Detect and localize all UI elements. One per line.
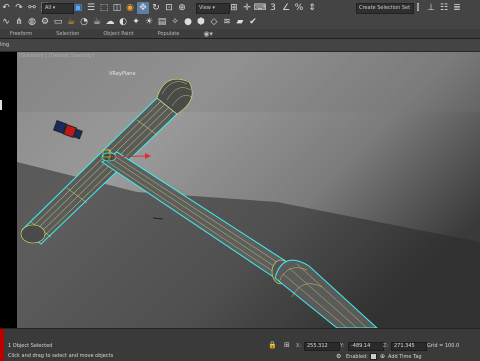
render-iterative-icon[interactable]: ◔	[78, 16, 90, 28]
x-coord-label: X:	[296, 343, 302, 349]
enabled-label: Enabled:	[346, 354, 368, 360]
z-coord-label: Z:	[383, 343, 389, 349]
select-object-icon[interactable]: ▣	[72, 2, 84, 14]
tab-freeform[interactable]: Freeform	[10, 31, 32, 37]
placement-icon[interactable]: ⊕	[176, 2, 188, 14]
snaps-number: 3	[270, 3, 276, 13]
y-coord-field[interactable]: -489.14	[348, 342, 384, 351]
render-production-icon[interactable]: ☕	[65, 16, 77, 28]
add-time-tag-label[interactable]: Add Time Tag	[388, 354, 422, 360]
main-toolbar: ↶ ↷ ⚯ ⛓ All ▾ ▣ ☰ ⬚ ◫ ◉ ✥ ↻ ⊡ ⊕ View ▾ ⊞…	[0, 0, 480, 30]
scene-explorer-icon[interactable]: ☷	[438, 2, 450, 14]
teapot-icon[interactable]: ☕	[91, 16, 103, 28]
mirror-icon[interactable]: ⫿	[412, 2, 424, 14]
ribbon-options-icon[interactable]: ◉▾	[203, 30, 213, 38]
ribbon-tabs: Freeform Selection Object Paint Populate…	[0, 29, 480, 39]
add-time-tag-icon[interactable]: ⊕	[380, 353, 385, 360]
toolbar-row-1d: ⫿ ⊥ ☷ ≣	[412, 1, 464, 15]
tab-populate[interactable]: Populate	[158, 31, 180, 37]
maxscript-listener-indicator[interactable]	[0, 329, 4, 361]
selection-filter-dropdown[interactable]: All ▾	[42, 3, 74, 14]
spinner-snap-icon[interactable]: ⇕	[306, 2, 318, 14]
grid-size-label: Grid = 100.0	[427, 343, 460, 349]
vray-fur-icon[interactable]: ≋	[221, 16, 233, 28]
reference-coord-value: View	[199, 5, 211, 11]
paint-selection-icon[interactable]: ◉	[124, 2, 136, 14]
selection-status: 1 Object Selected	[8, 343, 53, 349]
x-coord-value: 255.312	[307, 343, 328, 349]
pivot-center-icon[interactable]: ⊞	[228, 2, 240, 14]
select-rotate-icon[interactable]: ↻	[150, 2, 162, 14]
snaps-toggle-icon[interactable]: 3	[267, 2, 279, 14]
environment-icon[interactable]: ◐	[117, 16, 129, 28]
ribbon-panel-label: ling	[0, 42, 10, 48]
render-frame-icon[interactable]: ▭	[52, 16, 64, 28]
perspective-viewport[interactable]: [Standard ] [Default Shading ] VRayPlane	[17, 52, 480, 328]
toolbar-row-1b: ▣ ☰ ⬚ ◫ ◉ ✥ ↻ ⊡ ⊕	[72, 1, 189, 15]
z-coord-value: 271.345	[394, 343, 415, 349]
select-scale-icon[interactable]: ⊡	[163, 2, 175, 14]
y-coord-label: Y:	[340, 343, 345, 349]
select-move-icon[interactable]: ✥	[137, 2, 149, 14]
percent-snap-icon[interactable]: %	[293, 2, 305, 14]
vray-sphere-icon[interactable]: ●	[182, 16, 194, 28]
link-icon[interactable]: ⚯	[26, 2, 38, 14]
render-setup-icon[interactable]: ⚙	[39, 16, 51, 28]
named-selection-set-placeholder: Create Selection Set	[359, 5, 411, 11]
enabled-checkbox[interactable]	[370, 353, 377, 360]
angle-snap-icon[interactable]: ∠	[280, 2, 292, 14]
tab-object-paint[interactable]: Object Paint	[103, 31, 133, 37]
absolute-mode-icon[interactable]: ⊞	[284, 341, 290, 349]
viewport-label[interactable]: [Standard ] [Default Shading ]	[19, 53, 95, 59]
vray-mesh-export-icon[interactable]: ◇	[208, 16, 220, 28]
keyboard-shortcut-icon[interactable]: ⌨	[254, 2, 267, 14]
align-icon[interactable]: ⊥	[425, 2, 437, 14]
curve-editor-icon[interactable]: ∿	[0, 16, 12, 28]
reference-coord-dropdown[interactable]: View ▾	[196, 3, 230, 14]
adaptive-degradation-icon[interactable]: ⚙	[336, 353, 341, 360]
vray-plane-label: VRayPlane	[109, 71, 136, 77]
lock-selection-icon[interactable]: 🔒	[268, 341, 277, 349]
viewport-haze	[17, 52, 480, 112]
scene-explorer-panel[interactable]	[0, 52, 18, 328]
select-manipulate-icon[interactable]: ✛	[241, 2, 253, 14]
select-by-name-icon[interactable]: ☰	[85, 2, 97, 14]
rect-selection-icon[interactable]: ⬚	[98, 2, 110, 14]
vray-light-icon[interactable]: ✧	[169, 16, 181, 28]
y-coord-value: -489.14	[351, 343, 371, 349]
panel-indicator	[0, 100, 2, 110]
vray-proxy-icon[interactable]: ⬢	[195, 16, 207, 28]
vray-frame-buffer-icon[interactable]: ▤	[156, 16, 168, 28]
status-bar: 1 Object Selected Click and drag to sele…	[0, 328, 480, 361]
material-editor-icon[interactable]: ◍	[26, 16, 38, 28]
viewport-canvas	[17, 52, 480, 328]
toolbar-row-1c: ⊞ ✛ ⌨ 3 ∠ % ⇕	[228, 1, 319, 15]
light-lister-icon[interactable]: ☀	[143, 16, 155, 28]
named-selection-set-dropdown[interactable]: Create Selection Set	[356, 3, 414, 14]
tbar-end-cap-left	[20, 224, 46, 244]
effects-icon[interactable]: ✦	[130, 16, 142, 28]
ribbon-panel: ling	[0, 39, 480, 52]
vray-plane-icon[interactable]: ▰	[234, 16, 246, 28]
x-coord-field[interactable]: 255.312	[304, 342, 340, 351]
percent-snap-text: %	[294, 3, 304, 13]
selection-filter-value: All	[45, 5, 52, 11]
vray-logo-icon[interactable]: ✔	[247, 16, 259, 28]
redo-icon[interactable]: ↷	[13, 2, 25, 14]
window-crossing-icon[interactable]: ◫	[111, 2, 123, 14]
tab-selection[interactable]: Selection	[56, 31, 79, 37]
z-coord-field[interactable]: 271.345	[391, 342, 427, 351]
toolbar-row-2: ∿ ⋔ ◍ ⚙ ▭ ☕ ◔ ☕ ☁ ◐ ✦ ☀ ▤ ✧ ● ⬢ ◇ ≋ ▰ ✔	[0, 15, 260, 29]
schematic-view-icon[interactable]: ⋔	[13, 16, 25, 28]
render-online-icon[interactable]: ☁	[104, 16, 116, 28]
undo-icon[interactable]: ↶	[0, 2, 12, 14]
layer-explorer-icon[interactable]: ≣	[451, 2, 463, 14]
prompt-hint: Click and drag to select and move object…	[8, 353, 114, 359]
